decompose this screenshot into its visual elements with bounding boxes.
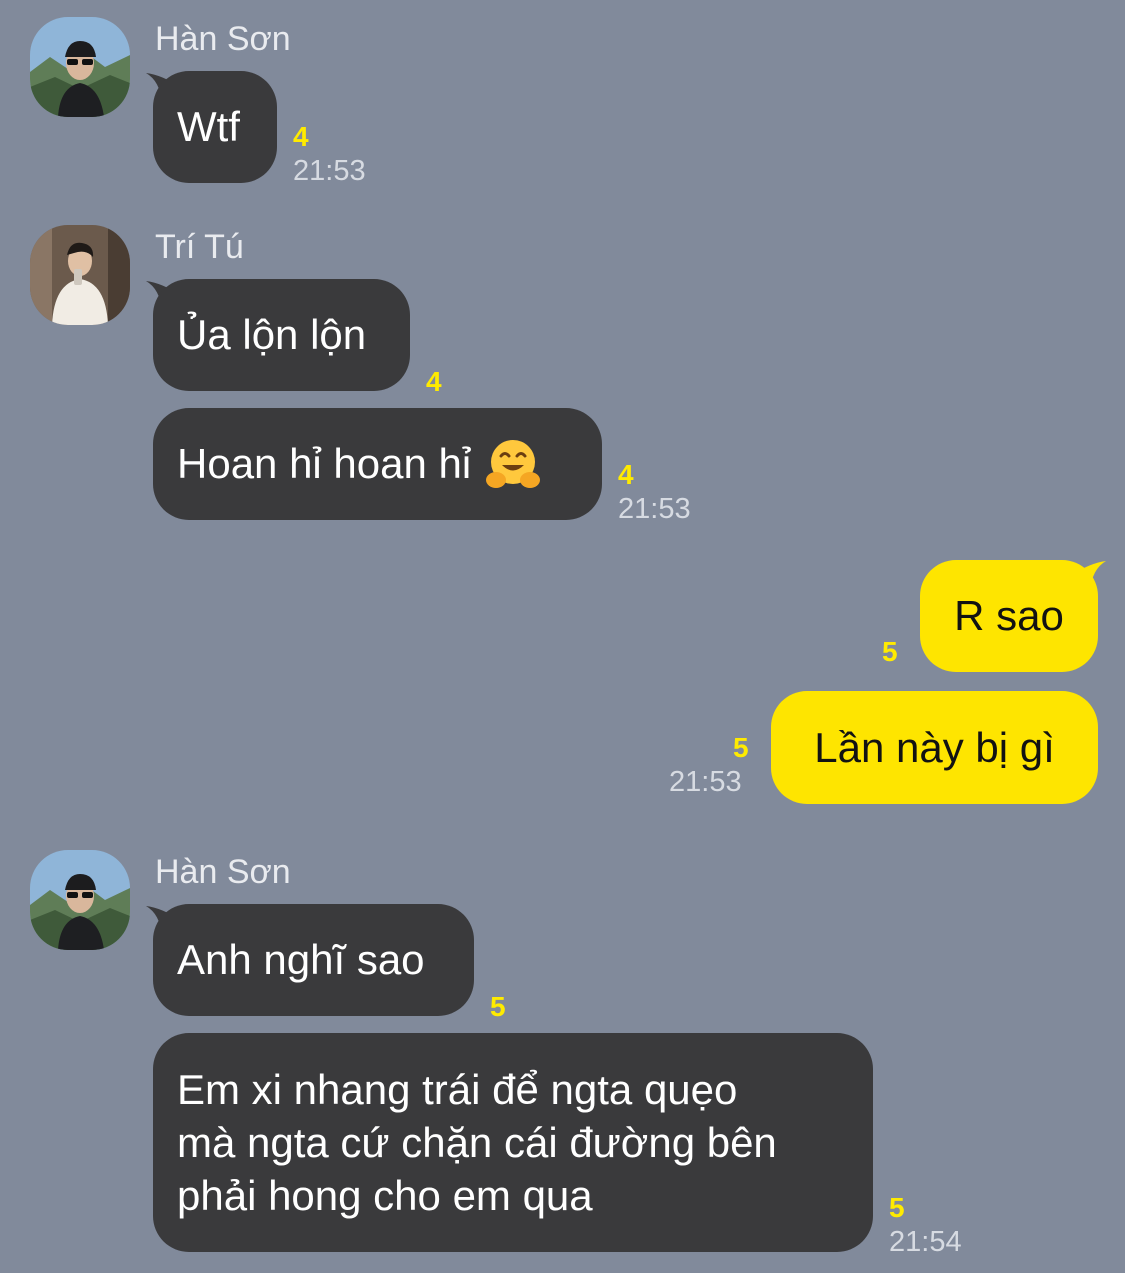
message-bubble[interactable]: Ủa lộn lộn: [153, 279, 410, 391]
unread-count: 4: [293, 121, 309, 152]
message-bubble[interactable]: Anh nghĩ sao: [153, 904, 474, 1016]
message-time: 21:53: [669, 766, 742, 798]
message-text: Ủa lộn lộn: [177, 311, 367, 358]
unread-count: 4: [618, 459, 634, 490]
sender-name: Trí Tú: [155, 228, 244, 266]
avatar-han-son[interactable]: [30, 850, 130, 950]
message-bubble[interactable]: Wtf: [153, 71, 277, 183]
message-text: Hoan hỉ hoan hỉ: [177, 440, 472, 487]
sender-name: Hàn Sơn: [155, 853, 291, 891]
avatar-tri-tu[interactable]: [30, 225, 130, 325]
message-time: 21:54: [889, 1226, 962, 1258]
message-bubble[interactable]: Lần này bị gì: [771, 691, 1098, 804]
message-text-line: phải hong cho em qua: [177, 1172, 593, 1219]
message-text: Lần này bị gì: [814, 723, 1055, 771]
message-bubble[interactable]: Em xi nhang trái để ngta quẹo mà ngta cứ…: [153, 1033, 873, 1252]
unread-count: 4: [426, 366, 442, 397]
sender-name: Hàn Sơn: [155, 20, 291, 58]
profile-photo-icon: [30, 17, 130, 117]
unread-count: 5: [733, 732, 749, 763]
profile-photo-icon: [30, 850, 130, 950]
profile-photo-icon: [30, 225, 130, 325]
hugging-face-emoji-icon: [485, 436, 541, 492]
unread-count: 5: [882, 636, 898, 667]
unread-count: 5: [490, 991, 506, 1022]
message-bubble[interactable]: R sao: [920, 560, 1098, 672]
message-text-line: mà ngta cứ chặn cái đường bên: [177, 1119, 777, 1166]
unread-count: 5: [889, 1192, 905, 1223]
message-text: R sao: [954, 592, 1064, 639]
message-time: 21:53: [293, 155, 366, 187]
avatar-han-son[interactable]: [30, 17, 130, 117]
message-text: Wtf: [177, 103, 240, 150]
message-text-line: Em xi nhang trái để ngta quẹo: [177, 1066, 738, 1113]
message-text: Anh nghĩ sao: [177, 936, 425, 983]
message-bubble[interactable]: Hoan hỉ hoan hỉ: [153, 408, 602, 520]
message-time: 21:53: [618, 493, 691, 525]
